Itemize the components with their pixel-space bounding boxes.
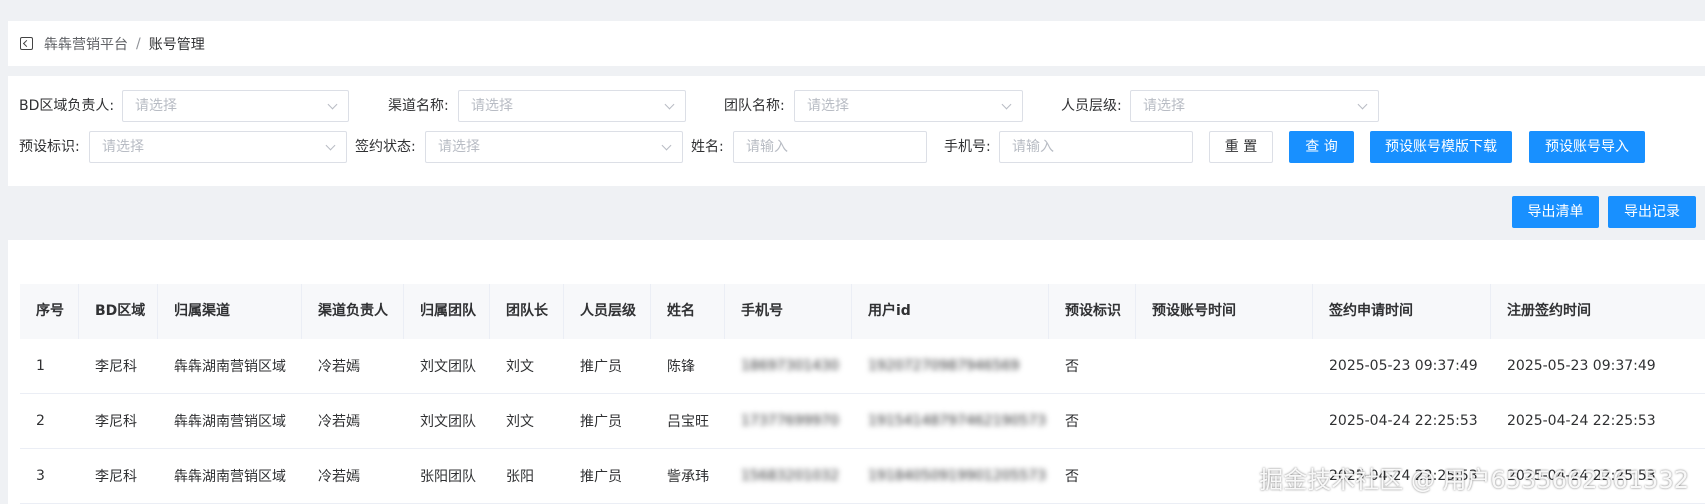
cell-phone: 15683201032 bbox=[741, 468, 839, 484]
header-preset: 预设标识 bbox=[1049, 284, 1136, 339]
chevron-down-icon bbox=[661, 140, 672, 151]
cell-team-leader: 刘文 bbox=[506, 414, 534, 430]
watermark: 掘金技术社区 @ 用户6535662561532 bbox=[1259, 466, 1689, 494]
channel-placeholder: 请选择 bbox=[471, 98, 513, 114]
chevron-down-icon bbox=[327, 99, 338, 110]
name-placeholder: 请输入 bbox=[746, 139, 788, 155]
header-apply-time: 签约申请时间 bbox=[1313, 284, 1491, 339]
preset-label: 预设标识: bbox=[19, 139, 80, 155]
name-label: 姓名: bbox=[691, 139, 724, 155]
phone-label: 手机号: bbox=[944, 139, 991, 155]
cell-level: 推广员 bbox=[580, 414, 622, 430]
header-channel-owner: 渠道负责人 bbox=[302, 284, 404, 339]
cell-preset: 否 bbox=[1065, 414, 1079, 430]
cell-index: 2 bbox=[36, 413, 45, 429]
cell-name: 吕宝旺 bbox=[667, 414, 709, 430]
breadcrumb-current: 账号管理 bbox=[148, 36, 205, 53]
breadcrumb-separator: / bbox=[136, 35, 141, 52]
collapse-sidebar-icon[interactable] bbox=[20, 37, 33, 50]
cell-bd-area: 李尼科 bbox=[95, 469, 137, 485]
cell-register-time: 2025-04-24 22:25:53 bbox=[1507, 413, 1656, 429]
breadcrumb-bar: 犇犇营销平台 / 账号管理 bbox=[8, 21, 1705, 66]
header-team: 归属团队 bbox=[404, 284, 490, 339]
sign-status-placeholder: 请选择 bbox=[438, 139, 480, 155]
cell-user-id: 19154148797462190573 bbox=[868, 413, 1047, 429]
cell-team-leader: 刘文 bbox=[506, 359, 534, 375]
cell-index: 3 bbox=[36, 468, 45, 484]
channel-label: 渠道名称: bbox=[388, 98, 449, 114]
table-row[interactable]: 1 李尼科 犇犇湖南营销区域 冷若嫣 刘文团队 刘文 推广员 陈锋 186973… bbox=[20, 339, 1705, 394]
cell-level: 推广员 bbox=[580, 469, 622, 485]
table-row[interactable]: 2 李尼科 犇犇湖南营销区域 冷若嫣 刘文团队 刘文 推广员 吕宝旺 17377… bbox=[20, 394, 1705, 449]
team-label: 团队名称: bbox=[724, 98, 785, 114]
cell-team: 刘文团队 bbox=[420, 414, 476, 430]
header-user-id: 用户id bbox=[852, 284, 1049, 339]
cell-phone: 17377699970 bbox=[741, 413, 839, 429]
query-button[interactable]: 查 询 bbox=[1289, 131, 1354, 163]
cell-user-id: 19184050919901205573 bbox=[868, 468, 1047, 484]
chevron-down-icon bbox=[1001, 99, 1012, 110]
chevron-down-icon bbox=[325, 140, 336, 151]
cell-channel-owner: 冷若嫣 bbox=[318, 469, 360, 485]
cell-channel-owner: 冷若嫣 bbox=[318, 359, 360, 375]
cell-team: 张阳团队 bbox=[420, 469, 476, 485]
cell-name: 陈锋 bbox=[667, 359, 695, 375]
sign-status-label: 签约状态: bbox=[355, 139, 416, 155]
team-select[interactable]: 请选择 bbox=[794, 90, 1023, 122]
header-level: 人员层级 bbox=[564, 284, 651, 339]
header-register-time: 注册签约时间 bbox=[1507, 303, 1591, 319]
chevron-down-icon bbox=[1357, 99, 1368, 110]
header-channel: 归属渠道 bbox=[158, 284, 302, 339]
sign-status-select[interactable]: 请选择 bbox=[425, 131, 683, 163]
preset-placeholder: 请选择 bbox=[102, 139, 144, 155]
filter-panel: BD区域负责人: 请选择 渠道名称: 请选择 团队名称: 请选择 人员层级: 请… bbox=[8, 76, 1705, 186]
cell-level: 推广员 bbox=[580, 359, 622, 375]
cell-preset: 否 bbox=[1065, 469, 1079, 485]
reset-button[interactable]: 重 置 bbox=[1209, 131, 1273, 163]
cell-channel: 犇犇湖南营销区域 bbox=[174, 469, 286, 485]
bd-owner-placeholder: 请选择 bbox=[135, 98, 177, 114]
team-placeholder: 请选择 bbox=[807, 98, 849, 114]
cell-channel-owner: 冷若嫣 bbox=[318, 414, 360, 430]
level-select[interactable]: 请选择 bbox=[1130, 90, 1379, 122]
export-list-button[interactable]: 导出清单 bbox=[1512, 196, 1599, 228]
cell-channel: 犇犇湖南营销区域 bbox=[174, 359, 286, 375]
cell-apply-time: 2025-05-23 09:37:49 bbox=[1329, 358, 1478, 374]
phone-input[interactable]: 请输入 bbox=[999, 131, 1193, 163]
name-input[interactable]: 请输入 bbox=[733, 131, 927, 163]
cell-index: 1 bbox=[36, 358, 45, 374]
preset-select[interactable]: 请选择 bbox=[89, 131, 347, 163]
cell-name: 訾承玮 bbox=[667, 469, 709, 485]
channel-select[interactable]: 请选择 bbox=[458, 90, 686, 122]
header-name: 姓名 bbox=[651, 284, 725, 339]
cell-preset: 否 bbox=[1065, 359, 1079, 375]
template-download-button[interactable]: 预设账号模版下载 bbox=[1370, 131, 1512, 163]
cell-phone: 18697301430 bbox=[741, 358, 839, 374]
cell-team-leader: 张阳 bbox=[506, 469, 534, 485]
import-button[interactable]: 预设账号导入 bbox=[1529, 131, 1645, 163]
export-record-button[interactable]: 导出记录 bbox=[1608, 196, 1696, 228]
cell-bd-area: 李尼科 bbox=[95, 414, 137, 430]
cell-team: 刘文团队 bbox=[420, 359, 476, 375]
bd-owner-select[interactable]: 请选择 bbox=[122, 90, 349, 122]
level-placeholder: 请选择 bbox=[1143, 98, 1185, 114]
header-team-leader: 团队长 bbox=[490, 284, 564, 339]
header-index: 序号 bbox=[20, 284, 79, 339]
level-label: 人员层级: bbox=[1061, 98, 1122, 114]
cell-apply-time: 2025-04-24 22:25:53 bbox=[1329, 413, 1478, 429]
phone-placeholder: 请输入 bbox=[1012, 139, 1054, 155]
chevron-down-icon bbox=[664, 99, 675, 110]
header-preset-time: 预设账号时间 bbox=[1136, 284, 1313, 339]
cell-bd-area: 李尼科 bbox=[95, 359, 137, 375]
cell-channel: 犇犇湖南营销区域 bbox=[174, 414, 286, 430]
cell-register-time: 2025-05-23 09:37:49 bbox=[1507, 358, 1656, 374]
header-phone: 手机号 bbox=[725, 284, 852, 339]
header-bd-area: BD区域 bbox=[79, 284, 158, 339]
table-header: 序号 BD区域 归属渠道 渠道负责人 归属团队 团队长 人员层级 姓名 手机号 … bbox=[20, 284, 1705, 339]
cell-user-id: 19207270987946569 bbox=[868, 358, 1020, 374]
bd-owner-label: BD区域负责人: bbox=[19, 98, 115, 114]
breadcrumb-root[interactable]: 犇犇营销平台 bbox=[44, 34, 128, 54]
